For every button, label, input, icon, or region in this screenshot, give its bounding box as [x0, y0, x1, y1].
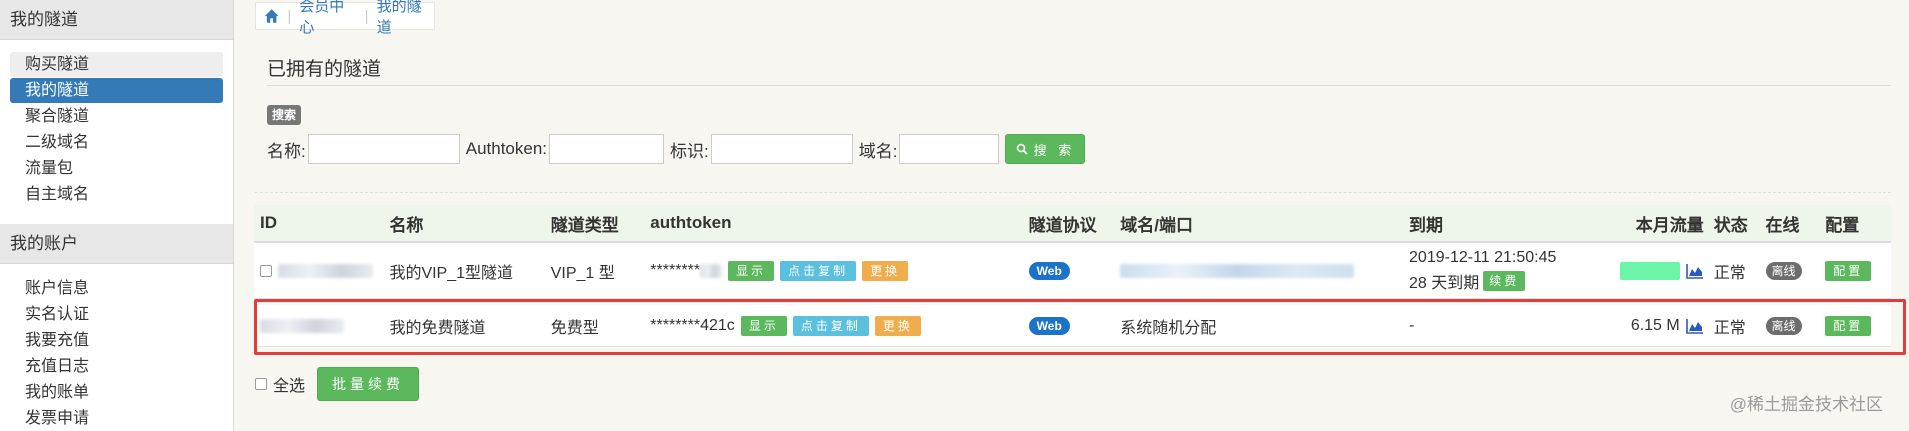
divider	[255, 192, 1891, 193]
sidebar-item-my-bills[interactable]: 我的账单	[10, 380, 223, 405]
search-button[interactable]: 搜 索	[1005, 134, 1086, 164]
search-icon	[1016, 143, 1028, 155]
status-text: 正常	[1713, 264, 1746, 282]
batch-renew-button[interactable]: 批量续费	[317, 367, 420, 401]
search-tag: 搜索	[267, 105, 302, 125]
sidebar-item-invoice[interactable]: 发票申请	[10, 406, 223, 431]
show-token-button[interactable]: 显示	[740, 315, 787, 336]
change-token-button[interactable]: 更换	[874, 315, 921, 336]
config-button[interactable]: 配置	[1825, 260, 1872, 281]
blurred-id	[278, 263, 373, 278]
table-header: ID 名称 隧道类型 authtoken 隧道协议 域名/端口 到期 本月流量 …	[254, 205, 1891, 243]
tunnel-type: 免费型	[550, 319, 599, 337]
domain-input[interactable]	[899, 134, 1000, 164]
sidebar-item-aggregate-tunnels[interactable]: 聚合隧道	[10, 104, 223, 129]
search-button-label: 搜 索	[1033, 142, 1076, 158]
online-badge: 离线	[1765, 316, 1802, 335]
copy-token-button[interactable]: 点击复制	[780, 260, 857, 281]
col-name: 名称	[389, 215, 424, 235]
page-title: 已拥有的隧道	[267, 59, 382, 80]
sidebar-item-verification[interactable]: 实名认证	[10, 302, 223, 327]
select-all-label: 全选	[273, 378, 306, 395]
status-text: 正常	[1713, 319, 1746, 337]
divider	[267, 85, 1891, 86]
show-token-button[interactable]: 显示	[728, 260, 775, 281]
col-status: 状态	[1713, 215, 1748, 235]
tunnel-type: VIP_1 型	[550, 264, 615, 282]
table-row: 我的VIP_1型隧道 VIP_1 型 ******** 显示 点击复制 更换 W…	[254, 243, 1891, 299]
domain-label: 域名:	[858, 141, 898, 161]
sidebar-item-custom-domain[interactable]: 自主域名	[10, 182, 223, 207]
row-checkbox[interactable]	[260, 264, 272, 277]
area-chart-icon[interactable]	[1685, 263, 1704, 279]
authtoken-input[interactable]	[549, 134, 665, 164]
change-token-button[interactable]: 更换	[862, 260, 909, 281]
tunnel-table: ID 名称 隧道类型 authtoken 隧道协议 域名/端口 到期 本月流量 …	[254, 205, 1891, 347]
area-chart-icon[interactable]	[1685, 318, 1704, 334]
renew-button[interactable]: 续费	[1483, 270, 1526, 291]
breadcrumb-separator: |	[364, 7, 369, 25]
flow-bar	[1619, 261, 1680, 280]
col-authtoken: authtoken	[650, 213, 732, 232]
col-type: 隧道类型	[550, 215, 619, 235]
sidebar-item-buy-tunnel[interactable]: 购买隧道	[10, 52, 223, 77]
expiry-days: 28 天到期	[1409, 274, 1480, 292]
flow-value: 6.15 M	[1630, 316, 1680, 334]
ident-label: 标识:	[670, 141, 709, 161]
breadcrumb: | 会员中心 | 我的隧道	[255, 0, 435, 36]
batch-actions: 全选 批量续费	[255, 367, 420, 401]
blurred-id	[260, 318, 344, 333]
blurred-token	[700, 263, 723, 278]
col-domain: 域名/端口	[1120, 215, 1193, 235]
domain-value: 系统随机分配	[1120, 319, 1217, 337]
col-id: ID	[260, 213, 277, 232]
home-icon[interactable]	[264, 8, 279, 24]
expiry-date: -	[1409, 316, 1415, 334]
col-flow: 本月流量	[1635, 215, 1704, 235]
tunnel-name: 我的免费隧道	[389, 319, 486, 337]
select-all-checkbox[interactable]	[255, 378, 267, 390]
main-content: | 会员中心 | 我的隧道 已拥有的隧道 搜索 名称: Authtoken: 标…	[250, 0, 1909, 431]
table-row: 我的免费隧道 免费型 ********421c 显示 点击复制 更换 Web 系…	[254, 305, 1891, 347]
sidebar-section-my-tunnels: 我的隧道	[0, 0, 233, 40]
sidebar-item-account-info[interactable]: 账户信息	[10, 276, 223, 301]
copy-token-button[interactable]: 点击复制	[792, 315, 869, 336]
col-online: 在线	[1765, 215, 1800, 235]
authtoken-value: ********421c	[650, 316, 735, 334]
sidebar-item-recharge[interactable]: 我要充值	[10, 328, 223, 353]
sidebar: 我的隧道 购买隧道 我的隧道 聚合隧道 二级域名 流量包 自主域名 我的账户 账…	[0, 0, 234, 431]
blurred-domain	[1120, 263, 1355, 278]
tunnel-name: 我的VIP_1型隧道	[389, 264, 514, 282]
breadcrumb-separator: |	[287, 7, 292, 25]
search-form: 名称: Authtoken: 标识: 域名: 搜 索	[267, 134, 1086, 164]
name-label: 名称:	[267, 141, 306, 161]
breadcrumb-member-center[interactable]: 会员中心	[299, 0, 356, 37]
sidebar-item-traffic-pack[interactable]: 流量包	[10, 156, 223, 181]
authtoken-label: Authtoken:	[465, 139, 548, 158]
expiry-date: 2019-12-11 21:50:45	[1409, 248, 1557, 266]
sidebar-item-subdomain[interactable]: 二级域名	[10, 130, 223, 155]
protocol-badge: Web	[1028, 261, 1070, 280]
online-badge: 离线	[1765, 261, 1802, 280]
col-config: 配置	[1825, 215, 1860, 235]
watermark: @稀土掘金技术社区	[1729, 395, 1883, 414]
protocol-badge: Web	[1028, 316, 1070, 335]
authtoken-value: ********	[650, 261, 701, 279]
ident-input[interactable]	[710, 134, 853, 164]
sidebar-item-recharge-log[interactable]: 充值日志	[10, 354, 223, 379]
col-expiry: 到期	[1409, 215, 1444, 235]
breadcrumb-my-tunnels[interactable]: 我的隧道	[377, 0, 434, 37]
sidebar-item-my-tunnels[interactable]: 我的隧道	[10, 78, 223, 103]
col-protocol: 隧道协议	[1028, 215, 1097, 235]
config-button[interactable]: 配置	[1825, 315, 1872, 336]
name-input[interactable]	[307, 134, 460, 164]
sidebar-section-my-account: 我的账户	[0, 224, 233, 264]
